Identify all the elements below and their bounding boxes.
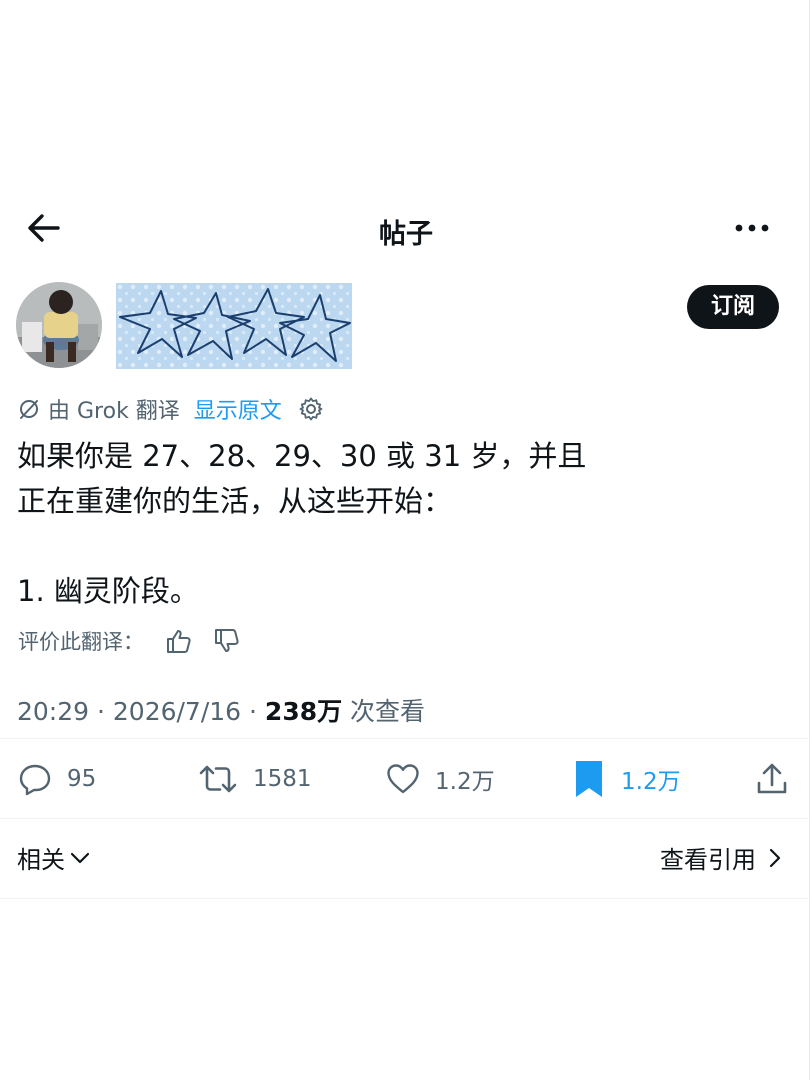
view-count: 238万	[264, 697, 343, 726]
post-metadata: 20:29 · 2026/7/16 · 238万 次查看	[17, 692, 425, 728]
reply-button[interactable]: 95	[17, 758, 96, 800]
view-quotes-label: 查看引用	[660, 846, 756, 874]
view-quotes-link[interactable]: 查看引用	[660, 840, 786, 875]
translation-settings-button[interactable]	[298, 396, 324, 422]
reply-icon	[19, 764, 51, 796]
post-line: 正在重建你的生活，从这些开始：	[17, 484, 453, 518]
repost-button[interactable]: 1581	[197, 758, 312, 800]
grok-logo-icon	[18, 398, 40, 420]
starfish-sticker-icon	[116, 283, 352, 369]
heart-icon	[387, 764, 419, 794]
share-icon	[757, 763, 787, 794]
chevron-down-icon	[70, 852, 90, 863]
divider	[0, 898, 810, 899]
author-name-sticker[interactable]	[116, 283, 352, 369]
like-button[interactable]: 1.2万	[385, 758, 495, 800]
share-button[interactable]	[754, 758, 804, 800]
show-original-link[interactable]: 显示原文	[194, 393, 282, 425]
related-label: 相关	[17, 846, 65, 874]
thumbs-up-button[interactable]	[162, 626, 196, 656]
more-options-button[interactable]	[730, 210, 774, 246]
bookmark-count: 1.2万	[621, 769, 681, 795]
repost-count: 1581	[253, 766, 312, 792]
post-timestamp: 20:29 · 2026/7/16 ·	[17, 697, 265, 726]
top-navigation-bar: 帖子	[0, 196, 812, 260]
subscribe-button[interactable]: 订阅	[687, 285, 779, 329]
more-horizontal-icon	[735, 224, 769, 232]
thumbs-down-icon	[215, 629, 239, 652]
chevron-right-icon	[769, 848, 781, 867]
rate-translation-label: 评价此翻译：	[18, 630, 144, 654]
like-count: 1.2万	[435, 769, 495, 795]
post-line: 1. 幽灵阶段。	[17, 574, 199, 608]
translated-by-label: 由 Grok 翻译	[48, 399, 180, 424]
reply-count: 95	[67, 766, 97, 792]
related-toggle[interactable]: 相关	[17, 840, 91, 875]
post-line: 如果你是 27、28、29、30 或 31 岁，并且	[17, 439, 587, 473]
right-edge-divider	[809, 0, 810, 1080]
avatar-photo	[16, 282, 102, 368]
thumbs-down-button[interactable]	[210, 626, 244, 656]
gear-icon	[299, 397, 323, 421]
bookmark-button[interactable]: 1.2万	[571, 758, 681, 800]
bookmark-filled-icon	[576, 761, 602, 797]
post-text: 如果你是 27、28、29、30 或 31 岁，并且 正在重建你的生活，从这些开…	[17, 434, 777, 614]
author-avatar[interactable]	[16, 282, 102, 368]
divider	[0, 818, 810, 819]
thumbs-up-icon	[167, 630, 191, 653]
repost-icon	[199, 765, 237, 793]
page-title: 帖子	[379, 219, 433, 250]
translation-attribution: 由 Grok 翻译 显示原文	[18, 392, 324, 426]
divider	[0, 738, 810, 739]
rate-translation: 评价此翻译：	[18, 624, 244, 658]
view-count-label: 次查看	[342, 697, 426, 726]
